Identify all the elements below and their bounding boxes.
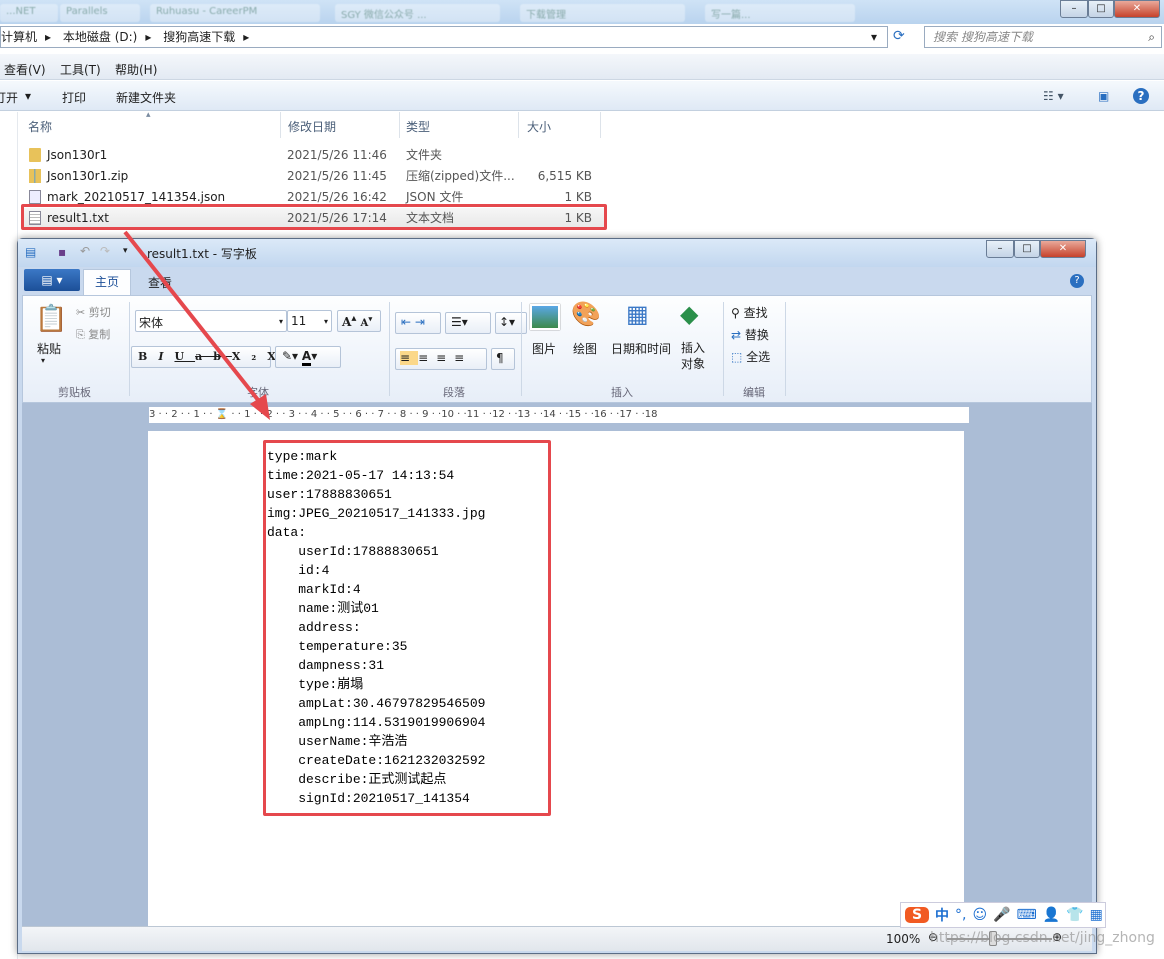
annotation-arrow xyxy=(123,230,270,420)
arrow-line xyxy=(123,230,264,407)
emoji-icon[interactable]: ☺ xyxy=(972,907,987,923)
punctuation-button[interactable]: °, xyxy=(955,907,966,923)
skin-icon[interactable]: 👕 xyxy=(1066,907,1083,923)
arrow-head xyxy=(250,394,270,420)
user-icon[interactable]: 👤 xyxy=(1043,907,1060,923)
watermark: https://blog.csdn.net/jing_zhong xyxy=(930,930,1155,946)
toolbox-icon[interactable]: ▦ xyxy=(1090,907,1103,923)
microphone-icon[interactable]: 🎤 xyxy=(993,907,1010,923)
ime-toolbar: S 中 °, ☺ 🎤 ⌨ 👤 👕 ▦ xyxy=(900,902,1106,928)
ime-mode-button[interactable]: 中 xyxy=(935,905,949,925)
keyboard-icon[interactable]: ⌨ xyxy=(1017,907,1037,923)
sogou-logo-icon[interactable]: S xyxy=(905,907,929,923)
